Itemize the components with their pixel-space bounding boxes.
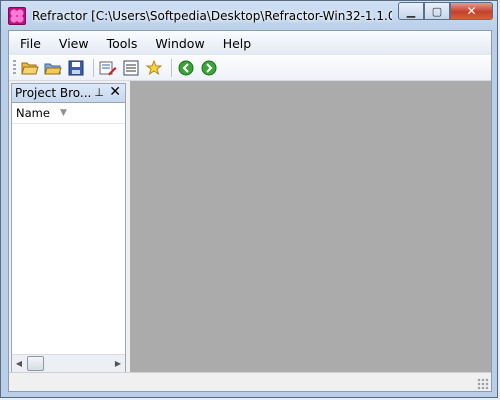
sort-arrow-icon: ▼: [59, 108, 67, 118]
status-bar: [9, 372, 491, 391]
toolbar-separator: [171, 58, 172, 77]
app-window: Refractor [C:\Users\Softpedia\Desktop\Re…: [0, 0, 498, 398]
project-browser-header[interactable]: Project Bro... ⊥ ✕: [12, 84, 125, 103]
project-browser-panel: Project Bro... ⊥ ✕ Name ▼ ◀ ▶: [11, 83, 126, 373]
open-project-icon: [44, 63, 62, 74]
maximize-button[interactable]: ▢: [424, 2, 450, 20]
back-icon: [178, 60, 194, 75]
horizontal-scrollbar[interactable]: ◀ ▶: [12, 354, 125, 372]
menu-tools[interactable]: Tools: [100, 36, 145, 51]
edit-icon: [99, 61, 117, 75]
resize-grip-icon[interactable]: [477, 378, 489, 390]
pin-icon[interactable]: ⊥: [94, 86, 104, 99]
panel-close-icon[interactable]: ✕: [109, 84, 121, 100]
column-label: Name: [16, 106, 50, 120]
save-icon: [68, 60, 84, 75]
title-bar[interactable]: Refractor [C:\Users\Softpedia\Desktop\Re…: [1, 1, 499, 30]
menu-window[interactable]: Window: [148, 36, 211, 51]
scroll-right-icon[interactable]: ▶: [111, 359, 125, 368]
caption-buttons: ▁ ▢ ✕: [398, 2, 493, 20]
client-area: File View Tools Window Help Project Bro.…: [8, 30, 492, 392]
open-folder-button[interactable]: [20, 58, 40, 78]
menu-bar: File View Tools Window Help: [9, 31, 491, 55]
menu-help[interactable]: Help: [216, 36, 259, 51]
toolbar: [9, 55, 491, 81]
menu-view[interactable]: View: [52, 36, 96, 51]
name-column-header[interactable]: Name ▼: [12, 103, 125, 124]
scroll-thumb[interactable]: [27, 356, 44, 371]
edit-button[interactable]: [98, 58, 118, 78]
favorite-star-icon: [146, 59, 162, 75]
window-title: Refractor [C:\Users\Softpedia\Desktop\Re…: [32, 8, 392, 23]
minimize-icon: ▁: [406, 4, 416, 18]
save-button[interactable]: [66, 58, 86, 78]
toolbar-grip[interactable]: [13, 59, 16, 76]
properties-icon: [123, 60, 139, 75]
favorite-button[interactable]: [144, 58, 164, 78]
main-workspace[interactable]: [130, 81, 491, 373]
close-icon: ✕: [466, 4, 477, 18]
open-folder-icon: [21, 62, 39, 74]
scroll-left-icon[interactable]: ◀: [12, 359, 26, 368]
maximize-icon: ▢: [431, 4, 443, 18]
app-icon[interactable]: [8, 6, 26, 25]
toolbar-separator: [93, 58, 94, 77]
properties-button[interactable]: [121, 58, 141, 78]
panel-title: Project Bro...: [15, 86, 92, 100]
close-button[interactable]: ✕: [450, 2, 493, 20]
forward-button[interactable]: [199, 58, 219, 78]
open-project-button[interactable]: [43, 58, 63, 78]
menu-file[interactable]: File: [13, 36, 48, 51]
minimize-button[interactable]: ▁: [398, 2, 424, 20]
back-button[interactable]: [176, 58, 196, 78]
forward-icon: [201, 60, 217, 75]
